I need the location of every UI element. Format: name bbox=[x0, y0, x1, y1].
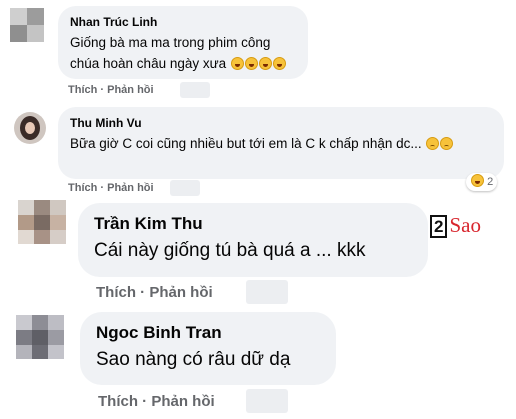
comment-author[interactable]: Nhan Trúc Linh bbox=[70, 15, 296, 29]
comment-text: Sao nàng có râu dữ dạ bbox=[96, 349, 291, 370]
comment-author[interactable]: Trần Kim Thu bbox=[94, 214, 412, 234]
sad-emoji-icon bbox=[426, 137, 440, 150]
reply-link[interactable]: Phản hồi bbox=[151, 393, 214, 410]
like-link[interactable]: Thích bbox=[96, 284, 136, 301]
comment-text: Bữa giờ C coi cũng nhiều but tới em là C… bbox=[70, 136, 422, 151]
comment-bubble: Nhan Trúc Linh Giống bà ma ma trong phim… bbox=[58, 6, 308, 79]
comment-author[interactable]: Thu Minh Vu bbox=[70, 116, 492, 130]
avatar[interactable] bbox=[18, 200, 66, 244]
timestamp-blurred bbox=[180, 82, 210, 98]
laughing-emoji-icon bbox=[258, 57, 272, 70]
laughing-emoji-icon bbox=[230, 57, 244, 70]
watermark-text: Sao bbox=[449, 213, 481, 237]
reply-link[interactable]: Phản hồi bbox=[107, 84, 153, 96]
timestamp-blurred bbox=[246, 389, 288, 413]
watermark-logo: 2 Sao bbox=[430, 213, 481, 238]
watermark-number: 2 bbox=[430, 215, 448, 238]
reply-link[interactable]: Phản hồi bbox=[149, 284, 212, 301]
haha-reaction-icon bbox=[471, 174, 484, 187]
comment-bubble: Ngoc Binh Tran Sao nàng có râu dữ dạ bbox=[80, 312, 336, 385]
comment-1: Nhan Trúc Linh Giống bà ma ma trong phim… bbox=[0, 0, 516, 105]
like-link[interactable]: Thích bbox=[68, 182, 97, 194]
sad-emoji-icon bbox=[440, 137, 454, 150]
comment-actions: Thích · Phản hồi bbox=[98, 393, 215, 410]
comment-bubble: Trần Kim Thu Cái này giống tú bà quá a .… bbox=[78, 203, 428, 277]
timestamp-blurred bbox=[246, 280, 288, 304]
comment-actions: Thích · Phản hồi bbox=[68, 84, 154, 96]
like-link[interactable]: Thích bbox=[68, 84, 97, 96]
avatar[interactable] bbox=[16, 315, 64, 359]
avatar[interactable] bbox=[14, 112, 46, 144]
reaction-count: 2 bbox=[487, 176, 494, 188]
comment-author[interactable]: Ngoc Binh Tran bbox=[96, 323, 320, 343]
avatar[interactable] bbox=[10, 8, 44, 42]
like-link[interactable]: Thích bbox=[98, 393, 138, 410]
comment-text: Cái này giống tú bà quá a ... kkk bbox=[94, 240, 366, 261]
comment-actions: Thích · Phản hồi bbox=[96, 284, 213, 301]
reaction-badge[interactable]: 2 bbox=[466, 173, 498, 191]
laughing-emoji-icon bbox=[244, 57, 258, 70]
comment-4: Ngoc Binh Tran Sao nàng có râu dữ dạ Thí… bbox=[0, 305, 516, 419]
reply-link[interactable]: Phản hồi bbox=[107, 182, 153, 194]
comment-bubble: Thu Minh Vu Bữa giờ C coi cũng nhiều but… bbox=[58, 107, 504, 179]
laughing-emoji-icon bbox=[272, 57, 286, 70]
timestamp-blurred bbox=[170, 180, 200, 196]
comment-2: Thu Minh Vu Bữa giờ C coi cũng nhiều but… bbox=[0, 105, 516, 200]
comment-actions: Thích · Phản hồi bbox=[68, 182, 154, 194]
